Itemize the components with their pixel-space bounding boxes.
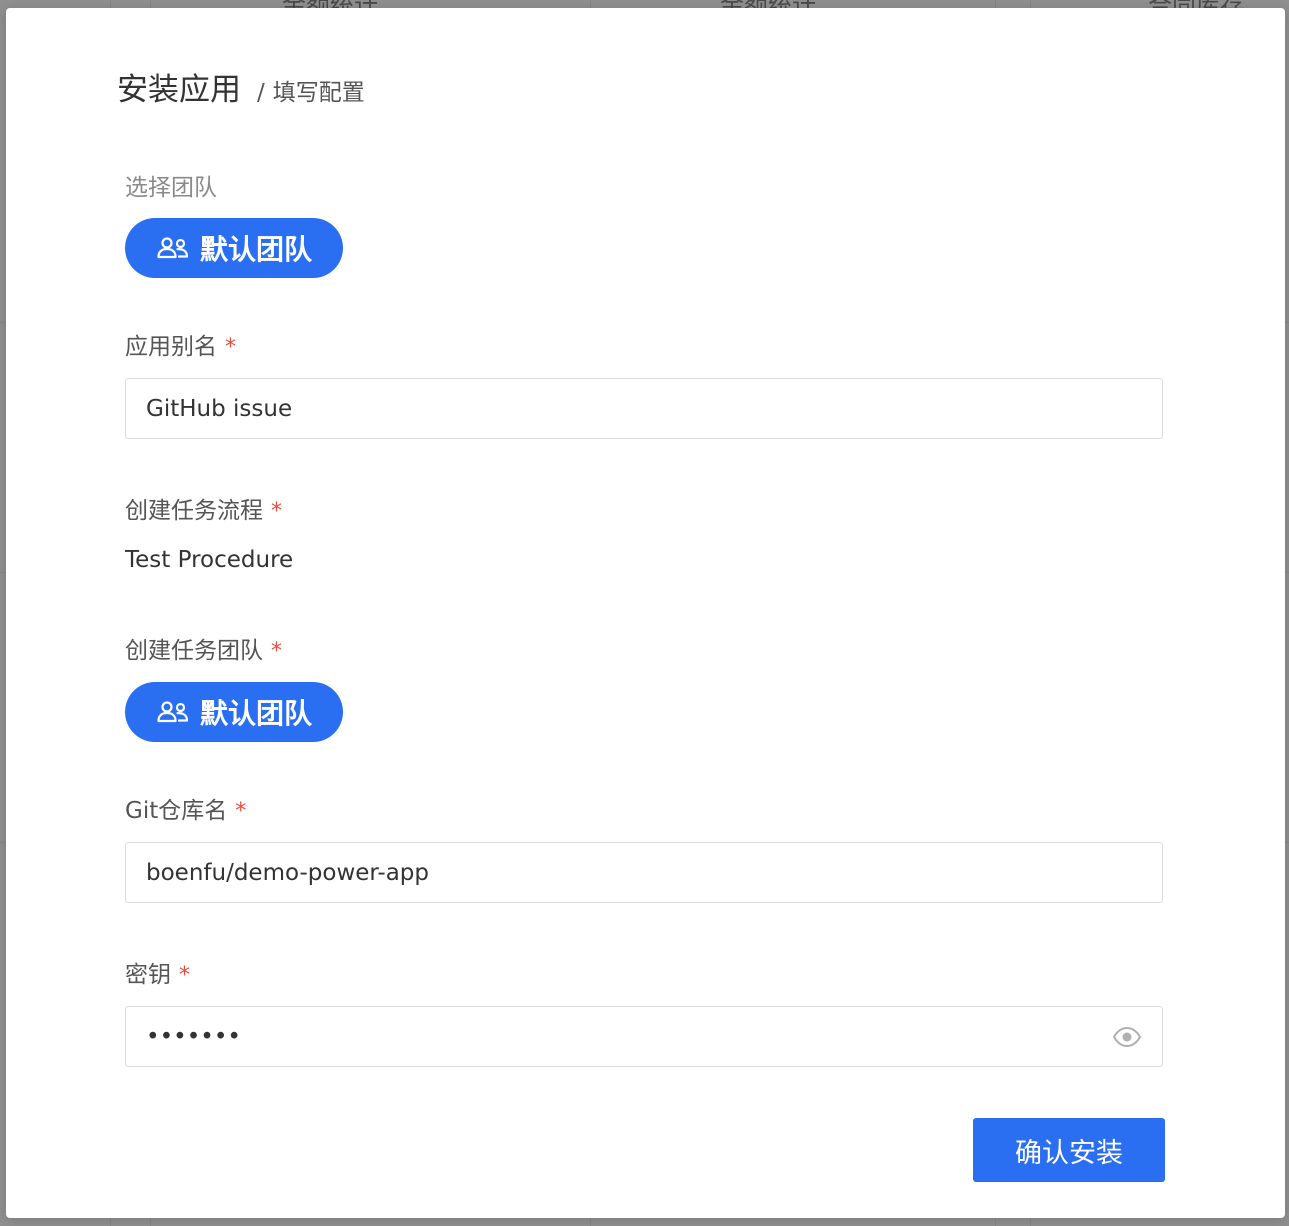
task-team-value: 默认团队	[199, 697, 312, 730]
users-icon	[156, 699, 190, 725]
task-team-label-text: 创建任务团队	[125, 638, 263, 664]
select-team-label-text: 选择团队	[125, 175, 217, 201]
git-repo-field[interactable]	[125, 842, 1163, 903]
users-icon	[156, 235, 190, 261]
required-mark: *	[271, 639, 282, 664]
app-alias-input[interactable]	[146, 395, 1142, 422]
secret-label: 密钥 *	[125, 955, 190, 989]
app-alias-field[interactable]	[125, 378, 1163, 439]
modal-title-main: 安装应用	[117, 72, 241, 108]
task-flow-value[interactable]: Test Procedure	[125, 547, 293, 573]
eye-icon[interactable]	[1112, 1025, 1142, 1049]
required-mark: *	[225, 335, 236, 360]
git-repo-label-text: Git仓库名	[125, 798, 228, 824]
task-team-button[interactable]: 默认团队	[125, 682, 343, 742]
secret-label-text: 密钥	[125, 962, 171, 988]
required-mark: *	[271, 499, 282, 524]
select-team-label: 选择团队	[125, 168, 217, 202]
install-app-modal: 安装应用 / 填写配置 选择团队 默认团队 应用别名 * 创建任务流程 * Test…	[6, 8, 1285, 1218]
app-alias-label: 应用别名 *	[125, 327, 236, 361]
task-flow-label-text: 创建任务流程	[125, 498, 263, 524]
select-team-button[interactable]: 默认团队	[125, 218, 343, 278]
git-repo-input[interactable]	[146, 859, 1142, 886]
secret-input[interactable]	[146, 1023, 1104, 1050]
select-team-value: 默认团队	[199, 233, 312, 266]
secret-field[interactable]	[125, 1006, 1163, 1067]
modal-title: 安装应用 / 填写配置	[117, 64, 365, 109]
required-mark: *	[235, 799, 247, 824]
task-flow-label: 创建任务流程 *	[125, 491, 282, 525]
app-alias-label-text: 应用别名	[125, 334, 217, 360]
breadcrumb-separator: /	[257, 80, 265, 106]
task-team-label: 创建任务团队 *	[125, 631, 282, 665]
modal-subtitle: 填写配置	[272, 80, 365, 106]
confirm-install-button[interactable]: 确认安装	[973, 1118, 1165, 1182]
required-mark: *	[179, 963, 190, 988]
git-repo-label: Git仓库名 *	[125, 791, 246, 825]
